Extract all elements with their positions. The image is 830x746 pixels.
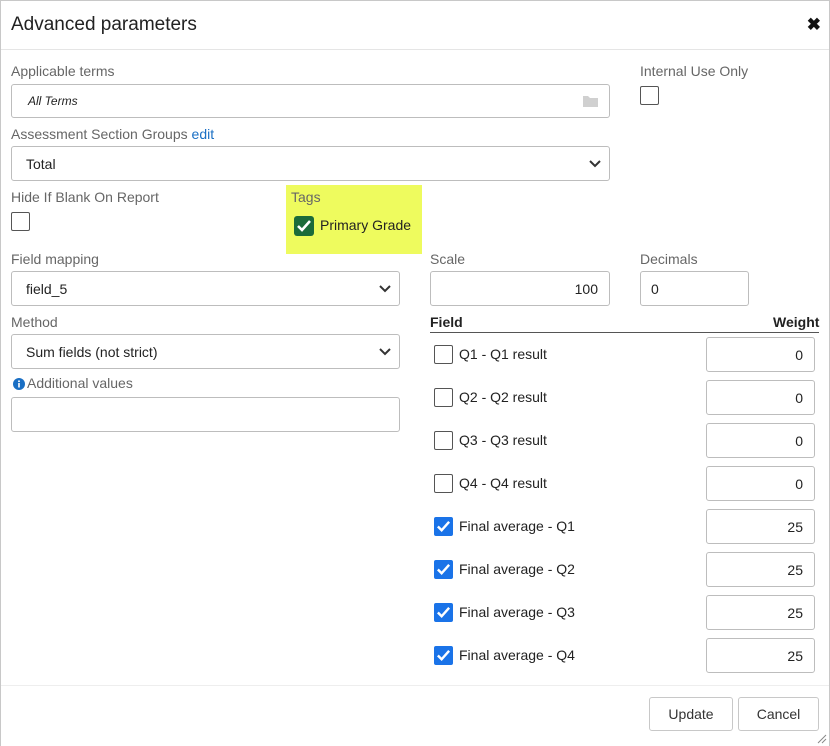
table-row: Final average - Q2 25 bbox=[1, 552, 829, 588]
field-row-label: Final average - Q2 bbox=[459, 561, 575, 577]
applicable-terms-input[interactable]: All Terms bbox=[11, 84, 610, 118]
field-row-checkbox[interactable] bbox=[434, 603, 453, 622]
field-row-label: Q2 - Q2 result bbox=[459, 389, 547, 405]
check-icon bbox=[437, 607, 451, 619]
applicable-terms-value: All Terms bbox=[28, 94, 78, 108]
weight-column-header: Weight bbox=[773, 314, 820, 330]
internal-use-checkbox[interactable] bbox=[640, 86, 659, 105]
table-row: Final average - Q3 25 bbox=[1, 595, 829, 631]
field-row-label: Final average - Q1 bbox=[459, 518, 575, 534]
hide-if-blank-label: Hide If Blank On Report bbox=[11, 189, 159, 205]
assessment-groups-select[interactable]: Total bbox=[11, 146, 610, 181]
field-row-weight-value: 25 bbox=[787, 648, 803, 664]
field-row-weight-value: 0 bbox=[795, 390, 803, 406]
check-icon bbox=[437, 521, 451, 533]
table-row: Q4 - Q4 result 0 bbox=[1, 466, 829, 502]
primary-grade-label: Primary Grade bbox=[320, 217, 412, 233]
resize-handle-icon[interactable] bbox=[815, 732, 827, 744]
chevron-down-icon bbox=[379, 284, 391, 292]
field-row-weight-input[interactable]: 0 bbox=[706, 423, 815, 458]
decimals-value: 0 bbox=[651, 281, 659, 297]
field-mapping-label: Field mapping bbox=[11, 251, 99, 267]
scale-input[interactable]: 100 bbox=[430, 271, 610, 306]
method-label: Method bbox=[11, 314, 58, 330]
assessment-groups-edit-link[interactable]: edit bbox=[192, 126, 215, 142]
decimals-label: Decimals bbox=[640, 251, 698, 267]
field-row-checkbox[interactable] bbox=[434, 646, 453, 665]
field-row-weight-value: 25 bbox=[787, 605, 803, 621]
close-icon[interactable]: ✖ bbox=[807, 15, 821, 35]
field-row-weight-input[interactable]: 25 bbox=[706, 552, 815, 587]
dialog-header: Advanced parameters ✖ bbox=[1, 1, 829, 50]
field-row-weight-input[interactable]: 0 bbox=[706, 466, 815, 501]
cancel-button[interactable]: Cancel bbox=[738, 697, 819, 731]
dialog-title: Advanced parameters bbox=[11, 14, 197, 35]
field-row-weight-input[interactable]: 25 bbox=[706, 595, 815, 630]
internal-use-label: Internal Use Only bbox=[640, 63, 749, 79]
field-row-weight-input[interactable]: 25 bbox=[706, 638, 815, 673]
field-row-weight-input[interactable]: 25 bbox=[706, 509, 815, 544]
field-row-checkbox[interactable] bbox=[434, 474, 453, 493]
advanced-parameters-dialog: Advanced parameters ✖ Applicable terms A… bbox=[0, 0, 830, 746]
table-row: Q1 - Q1 result 0 bbox=[1, 337, 829, 373]
check-icon bbox=[437, 564, 451, 576]
table-row: Q2 - Q2 result 0 bbox=[1, 380, 829, 416]
field-row-label: Q3 - Q3 result bbox=[459, 432, 547, 448]
table-row: Q3 - Q3 result 0 bbox=[1, 423, 829, 459]
check-icon bbox=[297, 220, 311, 232]
field-row-weight-value: 0 bbox=[795, 433, 803, 449]
field-mapping-value: field_5 bbox=[26, 281, 68, 297]
field-row-label: Final average - Q3 bbox=[459, 604, 575, 620]
field-row-label: Q1 - Q1 result bbox=[459, 346, 547, 362]
decimals-input[interactable]: 0 bbox=[640, 271, 749, 306]
assessment-groups-value: Total bbox=[26, 156, 56, 172]
field-row-label: Final average - Q4 bbox=[459, 647, 575, 663]
applicable-terms-label: Applicable terms bbox=[11, 63, 115, 79]
update-button[interactable]: Update bbox=[649, 697, 733, 731]
table-row: Final average - Q4 25 bbox=[1, 638, 829, 674]
field-row-weight-value: 0 bbox=[795, 476, 803, 492]
table-header-divider bbox=[430, 332, 819, 333]
field-row-checkbox[interactable] bbox=[434, 560, 453, 579]
field-row-checkbox[interactable] bbox=[434, 431, 453, 450]
field-row-weight-input[interactable]: 0 bbox=[706, 337, 815, 372]
hide-if-blank-checkbox[interactable] bbox=[11, 212, 30, 231]
dialog-footer: Update Cancel bbox=[1, 685, 829, 746]
field-row-checkbox[interactable] bbox=[434, 345, 453, 364]
scale-value: 100 bbox=[574, 281, 598, 297]
field-row-label: Q4 - Q4 result bbox=[459, 475, 547, 491]
field-row-weight-value: 25 bbox=[787, 562, 803, 578]
primary-grade-checkbox[interactable] bbox=[294, 216, 314, 236]
field-row-checkbox[interactable] bbox=[434, 517, 453, 536]
field-row-weight-input[interactable]: 0 bbox=[706, 380, 815, 415]
field-row-checkbox[interactable] bbox=[434, 388, 453, 407]
tags-label: Tags bbox=[291, 189, 321, 205]
table-row: Final average - Q1 25 bbox=[1, 509, 829, 545]
chevron-down-icon bbox=[589, 159, 601, 167]
check-icon bbox=[437, 650, 451, 662]
field-row-weight-value: 0 bbox=[795, 347, 803, 363]
field-mapping-select[interactable]: field_5 bbox=[11, 271, 400, 306]
field-column-header: Field bbox=[430, 314, 463, 330]
assessment-groups-label: Assessment Section Groups edit bbox=[11, 126, 215, 142]
field-row-weight-value: 25 bbox=[787, 519, 803, 535]
scale-label: Scale bbox=[430, 251, 466, 267]
folder-icon[interactable] bbox=[582, 94, 599, 108]
